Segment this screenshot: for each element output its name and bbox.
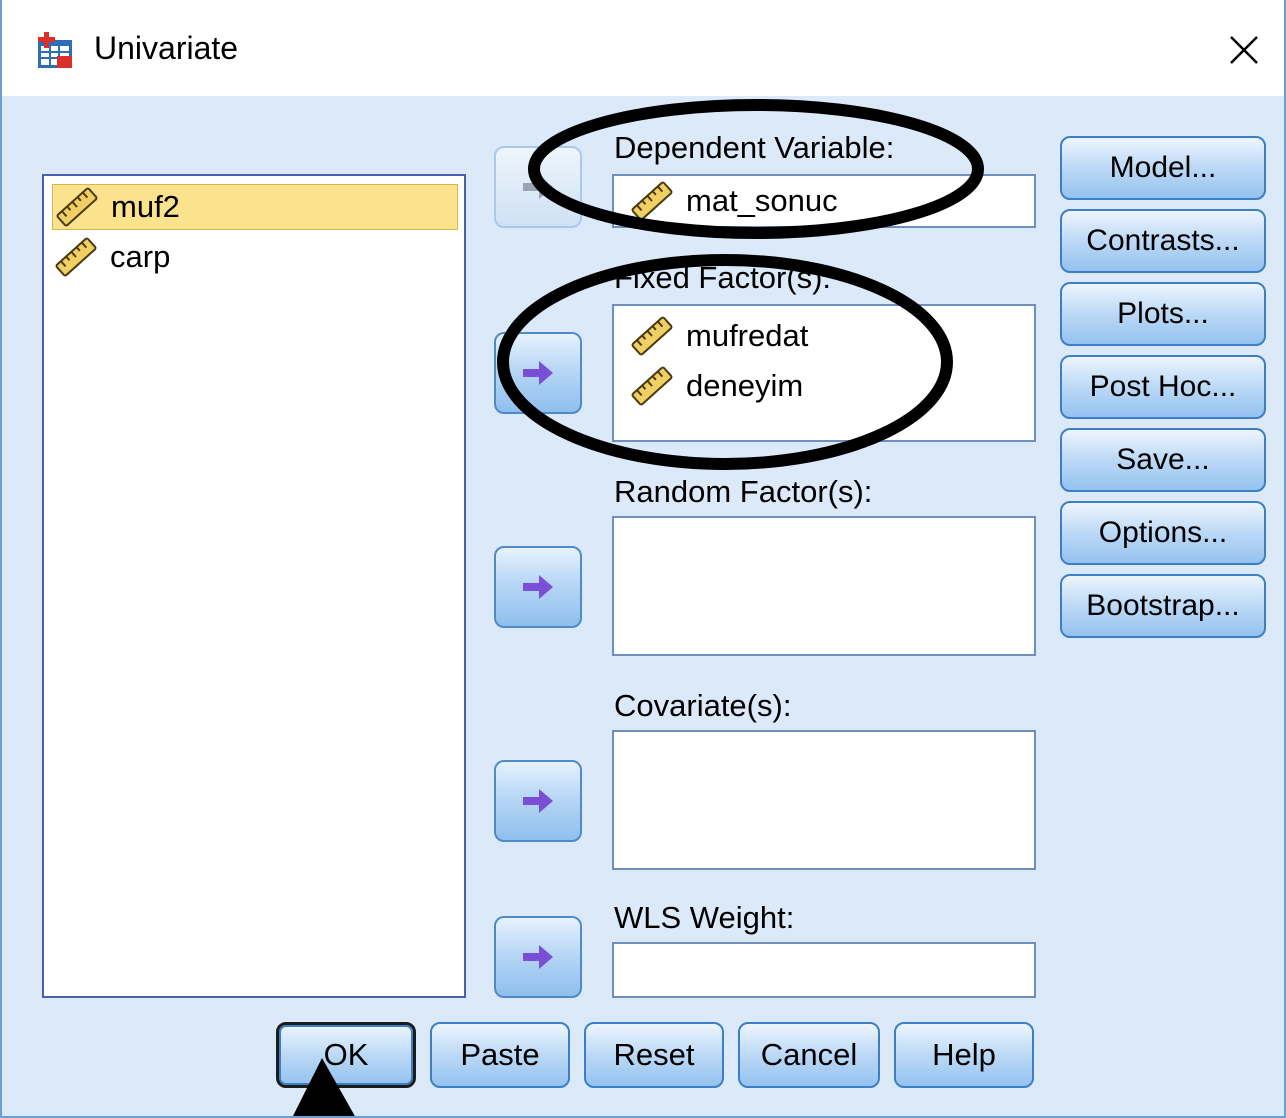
list-item[interactable]: mufredat xyxy=(628,314,808,358)
wls-weight-label: WLS Weight: xyxy=(614,900,795,935)
covariates-list[interactable] xyxy=(612,730,1036,870)
ruler-icon xyxy=(631,181,673,221)
wls-weight-field[interactable] xyxy=(612,942,1036,998)
window-title: Univariate xyxy=(94,30,239,66)
right-arrow-icon xyxy=(523,789,553,813)
fixed-factors-list[interactable]: mufredat deneyim xyxy=(612,304,1036,442)
right-arrow-icon xyxy=(523,575,553,599)
variable-label: mufredat xyxy=(686,318,809,353)
right-arrow-icon xyxy=(523,361,553,385)
random-factors-label: Random Factor(s): xyxy=(614,474,873,509)
covariates-label: Covariate(s): xyxy=(614,688,792,723)
right-arrow-icon xyxy=(523,175,553,199)
help-button[interactable]: Help xyxy=(894,1022,1034,1088)
variable-label: deneyim xyxy=(686,368,804,403)
close-button[interactable] xyxy=(1218,24,1270,76)
ok-button[interactable]: OK xyxy=(276,1022,416,1088)
reset-button[interactable]: Reset xyxy=(584,1022,724,1088)
list-item[interactable]: carp xyxy=(52,234,458,280)
ruler-icon xyxy=(56,187,98,227)
paste-button[interactable]: Paste xyxy=(430,1022,570,1088)
dependent-variable-field[interactable]: mat_sonuc xyxy=(612,174,1036,228)
save-button[interactable]: Save... xyxy=(1060,428,1266,492)
options-button[interactable]: Options... xyxy=(1060,501,1266,565)
move-dependent-button[interactable] xyxy=(494,146,582,228)
post-hoc-button[interactable]: Post Hoc... xyxy=(1060,355,1266,419)
plots-button[interactable]: Plots... xyxy=(1060,282,1266,346)
move-covariate-button[interactable] xyxy=(494,760,582,842)
spss-table-icon xyxy=(38,32,72,68)
ruler-icon xyxy=(631,316,673,356)
variable-label: muf2 xyxy=(111,189,180,224)
ruler-icon xyxy=(55,237,97,277)
list-item[interactable]: deneyim xyxy=(628,364,803,408)
close-icon xyxy=(1230,36,1258,64)
list-item[interactable]: muf2 xyxy=(52,184,458,230)
move-wls-weight-button[interactable] xyxy=(494,916,582,998)
univariate-dialog: Univariate muf2 carp Dependent Variable:… xyxy=(0,0,1286,1118)
move-random-factor-button[interactable] xyxy=(494,546,582,628)
move-fixed-factor-button[interactable] xyxy=(494,332,582,414)
bootstrap-button[interactable]: Bootstrap... xyxy=(1060,574,1266,638)
model-button[interactable]: Model... xyxy=(1060,136,1266,200)
contrasts-button[interactable]: Contrasts... xyxy=(1060,209,1266,273)
ruler-icon xyxy=(631,366,673,406)
right-arrow-icon xyxy=(523,945,553,969)
variable-label: mat_sonuc xyxy=(686,183,838,218)
variable-label: carp xyxy=(110,239,171,274)
random-factors-list[interactable] xyxy=(612,516,1036,656)
source-variable-list[interactable]: muf2 carp xyxy=(42,174,466,998)
list-item[interactable]: mat_sonuc xyxy=(628,179,838,223)
cancel-button[interactable]: Cancel xyxy=(738,1022,880,1088)
dependent-variable-label: Dependent Variable: xyxy=(614,130,895,165)
fixed-factors-label: Fixed Factor(s): xyxy=(614,260,832,295)
title-bar: Univariate xyxy=(2,0,1284,96)
